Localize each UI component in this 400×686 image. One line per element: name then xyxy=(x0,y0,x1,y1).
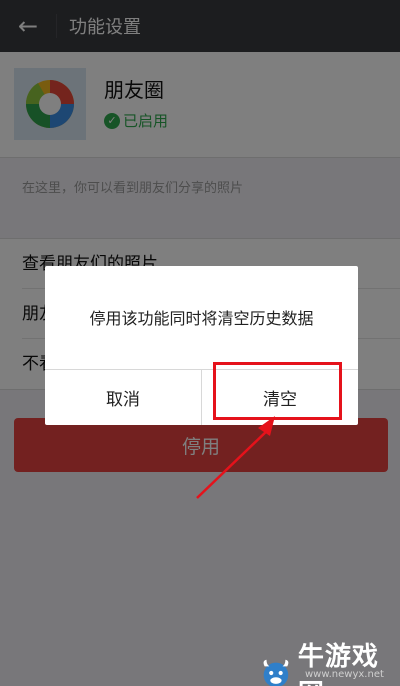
bull-logo-icon xyxy=(263,659,289,686)
arrow-annotation-icon xyxy=(196,416,275,499)
watermark-url: www.newyx.net xyxy=(305,669,384,680)
